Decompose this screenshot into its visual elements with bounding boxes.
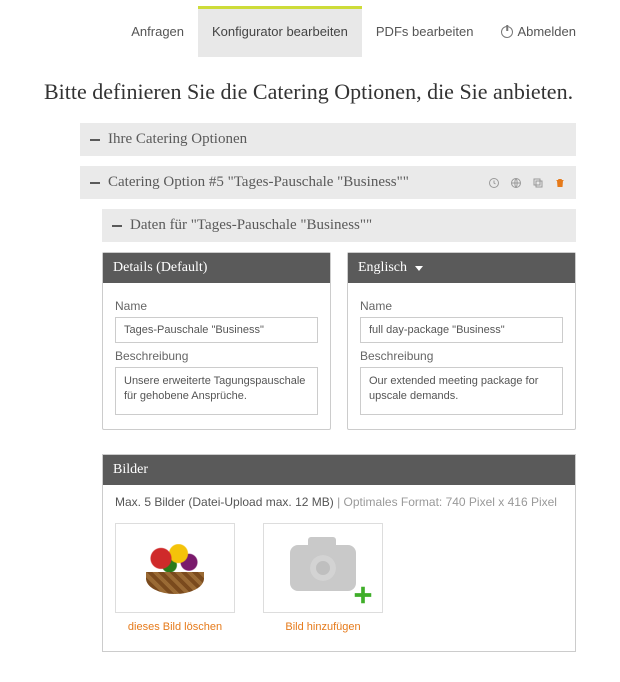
duplicate-icon[interactable] [532, 177, 544, 189]
clock-icon[interactable] [488, 177, 500, 189]
details-header: Details (Default) [103, 253, 330, 283]
image-thumbnails: dieses Bild löschen Bild hinzufügen [115, 523, 563, 633]
accordion-l2[interactable]: Daten für "Tages-Pauschale "Business"" [102, 209, 576, 242]
details-desc-label: Beschreibung [115, 349, 318, 363]
nav-konfigurator[interactable]: Konfigurator bearbeiten [198, 6, 362, 57]
globe-icon[interactable] [510, 177, 522, 189]
page-title: Bitte definieren Sie die Catering Option… [44, 79, 620, 105]
content-area: Ihre Catering Optionen Catering Option #… [0, 123, 620, 682]
english-desc-input[interactable]: Our extended meeting package for upscale… [360, 367, 563, 415]
delete-image-link[interactable]: dieses Bild löschen [115, 621, 235, 633]
accordion-l2-label: Daten für "Tages-Pauschale "Business"" [130, 217, 372, 234]
trash-icon[interactable] [554, 177, 566, 189]
plus-icon [352, 584, 374, 606]
images-header-label: Bilder [113, 462, 148, 478]
detail-columns: Details (Default) Name Beschreibung Unse… [102, 252, 576, 430]
top-nav: Anfragen Konfigurator bearbeiten PDFs be… [0, 6, 620, 57]
collapse-icon [112, 225, 122, 227]
details-header-label: Details (Default) [113, 260, 207, 276]
chevron-down-icon [415, 266, 423, 271]
accordion-l0-label: Ihre Catering Optionen [108, 131, 247, 148]
accordion-l0[interactable]: Ihre Catering Optionen [80, 123, 576, 156]
images-hint: Max. 5 Bilder (Datei-Upload max. 12 MB) … [115, 495, 563, 509]
nav-anfragen[interactable]: Anfragen [117, 6, 198, 57]
english-desc-label: Beschreibung [360, 349, 563, 363]
accordion-l1-label: Catering Option #5 "Tages-Pauschale "Bus… [108, 174, 480, 191]
english-header[interactable]: Englisch [348, 253, 575, 283]
collapse-icon [90, 182, 100, 184]
nav-pdfs[interactable]: PDFs bearbeiten [362, 6, 488, 57]
thumbnail-existing: dieses Bild löschen [115, 523, 235, 633]
nav-label: Abmelden [517, 24, 576, 39]
english-name-input[interactable] [360, 317, 563, 343]
images-hint-sub: Optimales Format: 740 Pixel x 416 Pixel [344, 495, 557, 509]
details-name-label: Name [115, 299, 318, 313]
english-name-label: Name [360, 299, 563, 313]
nav-label: Anfragen [131, 24, 184, 39]
option-toolbar [488, 177, 566, 189]
fruit-basket-icon [140, 544, 210, 592]
add-image-link[interactable]: Bild hinzufügen [263, 621, 383, 633]
details-card: Details (Default) Name Beschreibung Unse… [102, 252, 331, 430]
collapse-icon [90, 139, 100, 141]
nav-abmelden[interactable]: Abmelden [487, 6, 590, 57]
images-hint-main: Max. 5 Bilder (Datei-Upload max. 12 MB) [115, 495, 334, 509]
add-image-button[interactable] [263, 523, 383, 613]
thumbnail-image[interactable] [115, 523, 235, 613]
images-panel: Bilder Max. 5 Bilder (Datei-Upload max. … [102, 454, 576, 652]
camera-icon [290, 545, 356, 591]
accordion-l1[interactable]: Catering Option #5 "Tages-Pauschale "Bus… [80, 166, 576, 199]
nav-label: Konfigurator bearbeiten [212, 24, 348, 39]
english-card: Englisch Name Beschreibung Our extended … [347, 252, 576, 430]
details-name-input[interactable] [115, 317, 318, 343]
thumbnail-add: Bild hinzufügen [263, 523, 383, 633]
nav-label: PDFs bearbeiten [376, 24, 474, 39]
english-header-label: Englisch [358, 260, 407, 276]
images-header: Bilder [103, 455, 575, 485]
details-desc-input[interactable]: Unsere erweiterte Tagungspauschale für g… [115, 367, 318, 415]
power-icon [501, 26, 513, 38]
